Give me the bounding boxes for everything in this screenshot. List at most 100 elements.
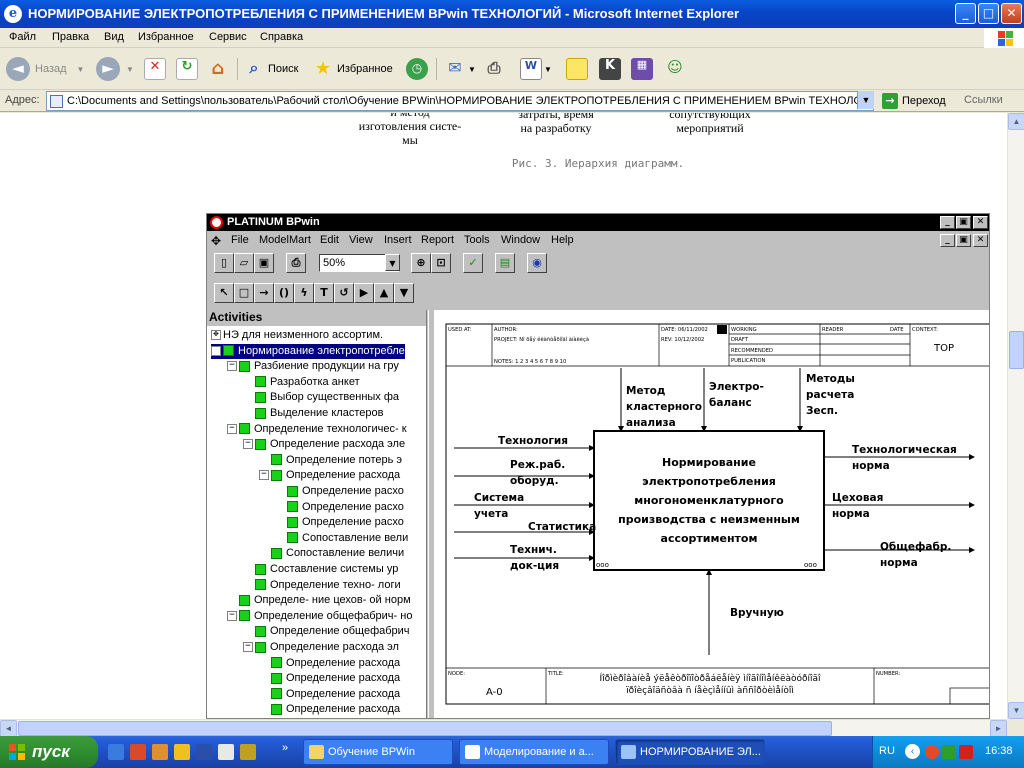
activity-box-icon[interactable]: □ — [234, 283, 254, 303]
print-icon[interactable]: ⎙ — [286, 253, 306, 273]
bpwin-menu-report[interactable]: Report — [421, 234, 454, 246]
tree-item[interactable]: Сопоставление величи — [259, 546, 404, 561]
language-indicator[interactable]: RU — [879, 745, 895, 757]
zoom-fit-icon[interactable]: ⊡ — [431, 253, 451, 273]
spell-check-icon[interactable]: ✓ — [463, 253, 483, 273]
new-icon[interactable]: ▯ — [214, 253, 234, 273]
quicklaunch-app-icon[interactable] — [218, 744, 234, 760]
tree-item[interactable]: − Разбиение продукции на гру — [227, 359, 399, 374]
bpwin-doc-close-button[interactable]: ✕ — [973, 234, 988, 247]
bpwin-maximize-button[interactable]: ▣ — [956, 216, 971, 229]
collapse-icon[interactable]: − — [243, 439, 253, 450]
collapse-icon[interactable]: − — [227, 361, 237, 372]
bpwin-doc-maximize-button[interactable]: ▣ — [956, 234, 971, 247]
menu-favorites[interactable]: Избранное — [138, 31, 194, 43]
bpwin-menu-help[interactable]: Help — [551, 234, 574, 246]
collapse-icon[interactable]: − — [227, 610, 237, 621]
quicklaunch-app-icon[interactable] — [130, 744, 146, 760]
vertical-scrollbar[interactable]: ▲ ▼ — [1007, 113, 1024, 719]
clock[interactable]: 16:38 — [985, 745, 1013, 757]
favorites-button[interactable]: ★ Избранное — [312, 56, 393, 82]
tree-item[interactable]: Сопоставление вели — [275, 531, 408, 546]
menu-help[interactable]: Справка — [260, 31, 303, 43]
collapse-icon[interactable]: − — [243, 642, 253, 653]
close-button[interactable]: ✕ — [1001, 3, 1022, 24]
tree-item[interactable]: ✥ НЭ для неизменного ассортим. — [211, 328, 383, 343]
bpwin-menu-modelmart[interactable]: ModelMart — [259, 234, 311, 246]
pointer-icon[interactable]: ↖ — [214, 283, 234, 303]
quicklaunch-app-icon[interactable] — [152, 744, 168, 760]
tree-item[interactable]: Определение расхо — [275, 515, 404, 530]
minimize-button[interactable]: _ — [955, 3, 976, 24]
tree-item[interactable]: Определение общефабрич — [243, 624, 410, 639]
quicklaunch-word-icon[interactable] — [196, 744, 212, 760]
tree-item[interactable]: Определение расхо — [275, 500, 404, 515]
horizontal-scrollbar[interactable]: ◄ ► — [0, 719, 1007, 737]
tree-item[interactable]: − Определение технологичес- к — [227, 422, 407, 437]
stop-button[interactable]: ✕ — [144, 56, 166, 82]
menu-view[interactable]: Вид — [104, 31, 124, 43]
quicklaunch-app-icon[interactable] — [174, 744, 190, 760]
tray-app-icon[interactable] — [942, 745, 956, 759]
bpwin-menu-edit[interactable]: Edit — [320, 234, 339, 246]
tree-item[interactable]: Определение расхода — [259, 702, 400, 717]
bpwin-doc-minimize-button[interactable]: _ — [940, 234, 955, 247]
quicklaunch-app-icon[interactable] — [240, 744, 256, 760]
tree-item[interactable]: Определение расхода — [259, 656, 400, 671]
bpwin-menu-tools[interactable]: Tools — [464, 234, 490, 246]
forward-button[interactable]: ► ▼ — [96, 56, 134, 82]
modelmart-icon[interactable]: ◉ — [527, 253, 547, 273]
task-modelirovanie[interactable]: Моделирование и а... — [459, 739, 609, 765]
scroll-up-icon[interactable]: ▲ — [1008, 113, 1024, 130]
back-button[interactable]: ◄ Назад ▼ — [6, 56, 84, 82]
collapse-icon[interactable]: − — [259, 470, 269, 481]
tree-item[interactable]: − Определение расхода — [259, 468, 400, 483]
tray-kaspersky-icon[interactable] — [959, 745, 973, 759]
scroll-down-icon[interactable]: ▼ — [1008, 702, 1024, 719]
tunnel-icon[interactable]: () — [274, 283, 294, 303]
tree-item[interactable]: Выделение кластеров — [243, 406, 383, 421]
scroll-right-icon[interactable]: ► — [990, 720, 1007, 737]
tree-node-icon[interactable]: ✥ — [211, 330, 221, 341]
menu-file[interactable]: Файл — [9, 31, 36, 43]
print-button[interactable]: ⎙ — [483, 56, 505, 82]
tree-item[interactable]: Определение техно- логи — [243, 578, 401, 593]
tray-app-icon[interactable] — [925, 745, 939, 759]
tree-item[interactable]: Определение расхода — [259, 687, 400, 702]
bpwin-menu-window[interactable]: Window — [501, 234, 540, 246]
links-button[interactable]: Ссылки — [964, 94, 1003, 106]
bpwin-close-button[interactable]: ✕ — [973, 216, 988, 229]
media-button[interactable]: ▦ — [631, 56, 653, 82]
bpwin-minimize-button[interactable]: _ — [940, 216, 955, 229]
go-down-icon[interactable]: ▼ — [394, 283, 414, 303]
start-button[interactable]: пуск — [0, 736, 98, 768]
open-icon[interactable]: ▱ — [234, 253, 254, 273]
search-button[interactable]: ⌕ Поиск — [243, 56, 299, 82]
tree-item[interactable]: Разработка анкет — [243, 375, 360, 390]
tree-item[interactable]: − Нормирование электропотребле — [211, 343, 405, 359]
edit-button[interactable]: W ▼ — [520, 56, 552, 82]
tree-item[interactable]: − Определение расхода эл — [243, 640, 399, 655]
undo-icon[interactable]: ↺ — [334, 283, 354, 303]
refresh-button[interactable]: ↻ — [176, 56, 198, 82]
maximize-button[interactable]: □ — [978, 3, 999, 24]
model-explorer-icon[interactable]: ▤ — [495, 253, 515, 273]
menu-tools[interactable]: Сервис — [209, 31, 247, 43]
arrow-tool-icon[interactable]: → — [254, 283, 274, 303]
history-button[interactable]: ◷ — [406, 56, 428, 82]
tray-expand-icon[interactable]: ‹ — [905, 744, 920, 759]
messenger-button[interactable]: ☺ — [664, 56, 686, 82]
go-to-parent-icon[interactable]: ▲ — [374, 283, 394, 303]
tree-item[interactable]: Определе- ние цехов- ой норм — [227, 593, 411, 608]
tree-item[interactable]: Составление системы ур — [243, 562, 398, 577]
tree-item[interactable]: Выбор существенных фа — [243, 390, 399, 405]
tree-item[interactable]: − Определение общефабрич- но — [227, 609, 412, 624]
collapse-icon[interactable]: − — [227, 423, 237, 434]
bpwin-menu-insert[interactable]: Insert — [384, 234, 412, 246]
tree-item[interactable]: Определение потерь э — [259, 453, 402, 468]
bpwin-menu-view[interactable]: View — [349, 234, 373, 246]
address-input[interactable]: C:\Documents and Settings\пользователь\Р… — [46, 91, 874, 111]
collapse-icon[interactable]: − — [211, 345, 221, 356]
scroll-left-icon[interactable]: ◄ — [0, 720, 17, 737]
tree-item[interactable]: Определение расхо — [275, 484, 404, 499]
